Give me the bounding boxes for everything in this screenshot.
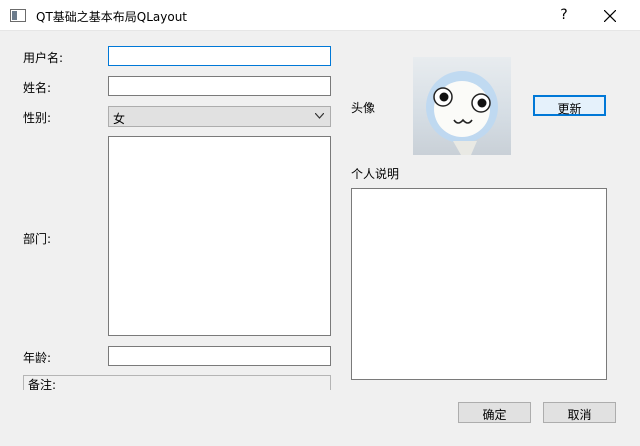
description-textarea[interactable] [351, 188, 607, 380]
chevron-down-icon [315, 113, 324, 119]
cancel-button[interactable]: 取消 [543, 402, 616, 423]
ok-button[interactable]: 确定 [458, 402, 531, 423]
window-title: QT基础之基本布局QLayout [36, 10, 188, 24]
avatar-label: 头像 [351, 101, 376, 115]
remarks-group: 备注: [23, 375, 331, 390]
name-input[interactable] [108, 76, 331, 96]
gender-label: 性别: [23, 111, 52, 125]
age-label: 年龄: [23, 351, 52, 365]
cancel-button-label: 取消 [567, 408, 592, 422]
app-icon [10, 9, 26, 22]
title-bar: QT基础之基本布局QLayout ? [0, 0, 640, 31]
description-label: 个人说明 [351, 167, 400, 181]
close-button[interactable] [592, 0, 628, 31]
name-label: 姓名: [23, 81, 52, 95]
department-textarea[interactable] [108, 136, 331, 336]
update-button[interactable]: 更新 [533, 95, 606, 116]
username-input[interactable] [108, 46, 331, 66]
department-label: 部门: [23, 232, 52, 246]
ok-button-label: 确定 [482, 408, 507, 422]
gender-select[interactable]: 女 [108, 106, 331, 127]
avatar-image [413, 57, 511, 155]
remarks-label: 备注: [28, 376, 57, 390]
help-button[interactable]: ? [548, 0, 580, 31]
update-button-label: 更新 [557, 102, 582, 116]
age-input[interactable] [108, 346, 331, 366]
username-label: 用户名: [23, 51, 64, 65]
close-icon [604, 10, 616, 22]
gender-selected-value: 女 [113, 112, 126, 126]
